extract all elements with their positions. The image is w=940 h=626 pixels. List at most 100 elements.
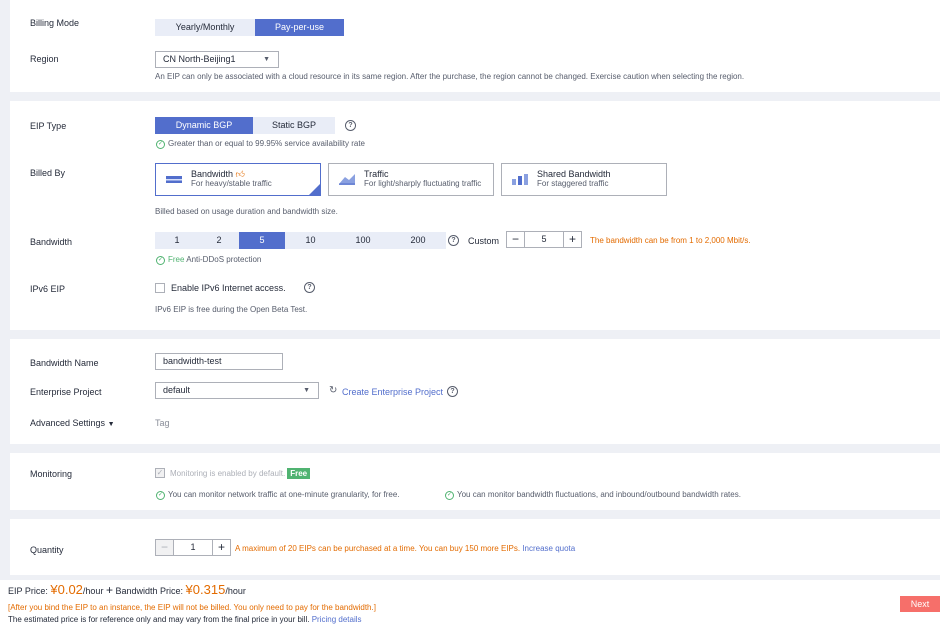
chevron-down-icon: ▼ [303,387,310,394]
advanced-settings-toggle[interactable]: Advanced Settings ▼ [30,418,115,428]
help-circle-icon[interactable]: ? [345,120,356,131]
traffic-icon [339,174,355,185]
region-note: An EIP can only be associated with a clo… [155,72,745,81]
eip-type-note: Greater than or equal to 99.95% service … [168,139,365,148]
bandwidth-value[interactable]: 5 [524,232,564,247]
custom-label: Custom [468,236,500,246]
plus-sign: + [105,583,113,597]
billed-by-label: Billed By [30,168,66,178]
help-circle-icon[interactable]: ? [448,235,459,246]
pricing-details-link[interactable]: Pricing details [312,615,362,624]
bandwidth-option-10[interactable]: 10 [285,232,336,249]
ddos-text: Anti-DDoS protection [186,255,262,264]
bandwidth-stepper: − 5 + [506,231,582,248]
check-circle-icon: ✓ [156,140,165,149]
selected-corner-mark [309,184,320,195]
monitoring-free-badge: Free [287,468,311,479]
quantity-limit-note: A maximum of 20 EIPs can be purchased at… [235,544,417,553]
tag-label: Tag [155,418,170,428]
billing-mode-yearly[interactable]: Yearly/Monthly [155,19,255,36]
monitoring-note-2: You can monitor bandwidth fluctuations, … [457,490,741,499]
price-footer: EIP Price: ¥0.02/hour + Bandwidth Price:… [0,580,940,626]
bandwidth-price-unit: /hour [225,586,246,596]
eip-type-selector: Dynamic BGP Static BGP [155,117,335,134]
billing-mode-selector: Yearly/Monthly Pay-per-use [155,19,344,36]
ipv6-note: IPv6 EIP is free during the Open Beta Te… [155,305,308,314]
eip-price-value: ¥0.02 [50,582,83,597]
bandwidth-range-note: The bandwidth can be from 1 to 2,000 Mbi… [590,236,751,245]
bandwidth-increase-button[interactable]: + [564,232,581,247]
eip-type-static-bgp[interactable]: Static BGP [253,117,335,134]
quantity-section: Quantity − 1 + A maximum of 20 EIPs can … [10,519,940,575]
billing-warning: [After you bind the EIP to an instance, … [8,603,376,612]
monitoring-enabled-text: Monitoring is enabled by default. [170,469,286,478]
quantity-value[interactable]: 1 [173,540,213,555]
enterprise-project-select[interactable]: default ▼ [155,382,319,399]
region-value: CN North-Beijing1 [163,54,236,64]
quantity-remaining-note: You can buy 150 more EIPs. [418,544,521,553]
check-circle-icon: ✓ [156,491,165,500]
bandwidth-option-5[interactable]: 5 [239,232,285,249]
ipv6-label: IPv6 EIP [30,284,66,294]
monitoring-label: Monitoring [30,469,73,479]
estimate-line: The estimated price is for reference onl… [8,615,362,624]
bandwidth-price-value: ¥0.315 [185,582,226,597]
billed-by-shared-card[interactable]: Shared Bandwidth For staggered traffic [501,163,667,196]
billed-by-note: Billed based on usage duration and bandw… [155,207,338,216]
eip-price-label: EIP Price: [8,586,48,596]
bandwidth-decrease-button[interactable]: − [507,232,524,247]
bandwidth-label: Bandwidth [30,237,73,247]
billed-by-bandwidth-sub: For heavy/stable traffic [191,179,272,188]
ipv6-checkbox[interactable] [155,283,165,293]
bandwidth-selector: 1 2 5 10 100 200 [155,232,446,249]
help-circle-icon[interactable]: ? [447,386,458,397]
billed-by-bandwidth-title: Bandwidth [191,169,234,179]
naming-section: Bandwidth Name bandwidth-test Enterprise… [10,339,940,444]
bandwidth-price-label: Bandwidth Price: [115,586,184,596]
shared-bandwidth-icon [512,174,528,185]
thumbs-up-icon: 👍︎ [235,169,245,179]
billed-by-shared-title: Shared Bandwidth [537,169,611,179]
estimate-note: The estimated price is for reference onl… [8,615,310,624]
monitoring-section: Monitoring ✓ Monitoring is enabled by de… [10,453,940,510]
billed-by-bandwidth-card[interactable]: Bandwidth 👍︎ For heavy/stable traffic [155,163,321,196]
check-circle-icon: ✓ [445,491,454,500]
quantity-note: A maximum of 20 EIPs can be purchased at… [235,544,575,553]
enterprise-project-label: Enterprise Project [30,387,102,397]
basic-section: Billing Mode Yearly/Monthly Pay-per-use … [10,0,940,92]
chevron-down-icon: ▼ [107,421,115,428]
region-label: Region [30,54,59,64]
create-enterprise-project-link[interactable]: Create Enterprise Project [342,387,443,397]
monitoring-checkbox: ✓ [155,468,165,478]
quantity-decrease-button[interactable]: − [156,540,173,555]
billed-by-traffic-title: Traffic [364,169,389,179]
billed-by-traffic-card[interactable]: Traffic For light/sharply fluctuating tr… [328,163,494,196]
next-button[interactable]: Next [900,596,940,612]
chevron-down-icon: ▼ [263,56,270,63]
eip-type-dynamic-bgp[interactable]: Dynamic BGP [155,117,253,134]
advanced-settings-label: Advanced Settings [30,418,106,428]
billed-by-shared-sub: For staggered traffic [537,179,609,188]
quantity-increase-button[interactable]: + [213,540,230,555]
refresh-icon[interactable]: ↻ [329,385,337,396]
bandwidth-icon [166,176,182,183]
help-circle-icon[interactable]: ? [304,282,315,293]
bandwidth-option-2[interactable]: 2 [199,232,239,249]
billed-by-traffic-sub: For light/sharply fluctuating traffic [364,179,482,188]
quantity-label: Quantity [30,545,64,555]
bandwidth-option-100[interactable]: 100 [336,232,390,249]
increase-quota-link[interactable]: Increase quota [522,544,575,553]
ddos-free-label: Free [168,255,185,264]
bandwidth-option-1[interactable]: 1 [155,232,199,249]
check-circle-icon: ✓ [156,256,165,265]
monitoring-checkbox-text: Monitoring is enabled by default. Free [170,468,311,479]
region-select[interactable]: CN North-Beijing1 ▼ [155,51,279,68]
ipv6-checkbox-label[interactable]: Enable IPv6 Internet access. [171,283,286,293]
billing-mode-pay-per-use[interactable]: Pay-per-use [255,19,344,36]
bandwidth-name-input[interactable]: bandwidth-test [155,353,283,370]
monitoring-note-1: You can monitor network traffic at one-m… [168,490,400,499]
price-line: EIP Price: ¥0.02/hour + Bandwidth Price:… [8,582,246,597]
bandwidth-option-200[interactable]: 200 [390,232,446,249]
quantity-stepper: − 1 + [155,539,231,556]
billing-mode-label: Billing Mode [30,18,80,28]
